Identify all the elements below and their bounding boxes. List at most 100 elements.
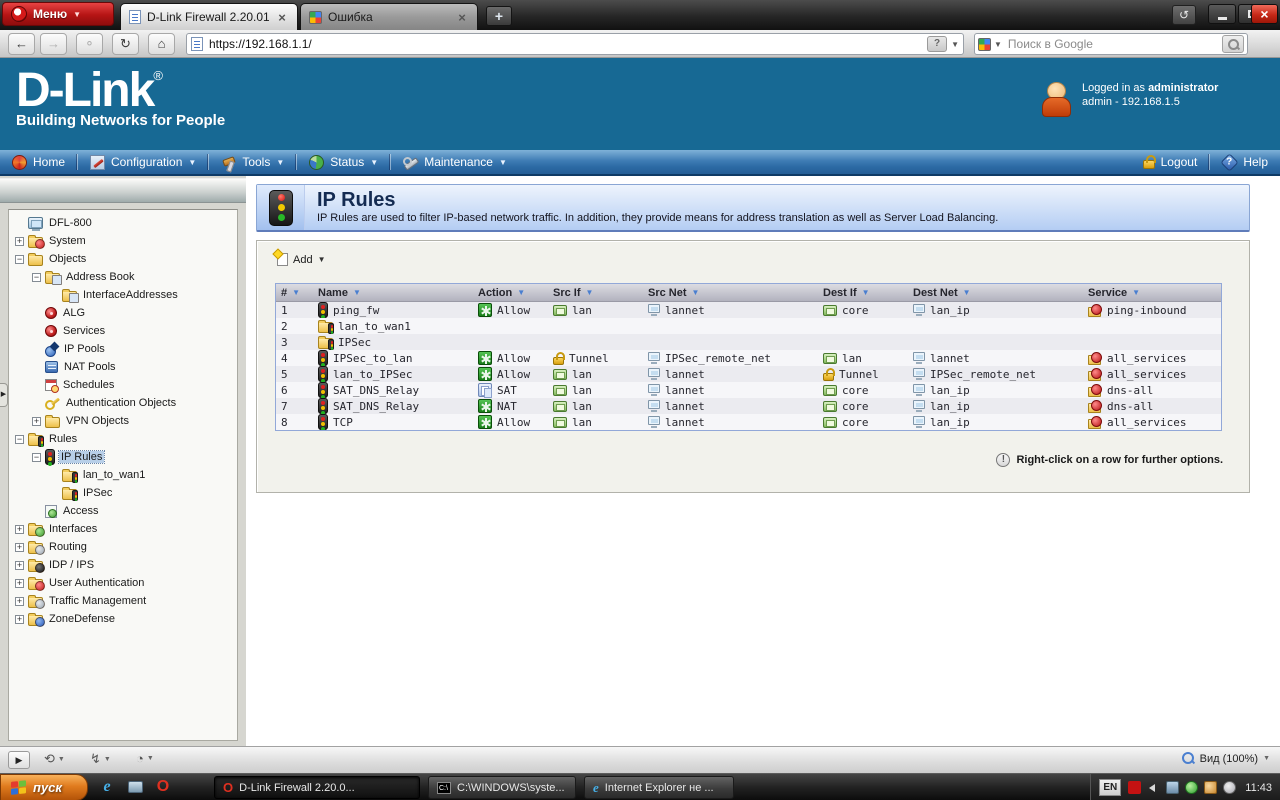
tree-item-vpn-objects[interactable]: + VPN Objects (9, 412, 237, 430)
sync-button[interactable]: ⟲ ▼ (44, 751, 65, 767)
network-icon[interactable] (1166, 781, 1180, 794)
updater-icon[interactable] (1204, 781, 1218, 794)
taskbar-button-1[interactable]: O D-Link Firewall 2.20.0... (214, 776, 420, 799)
expand-icon[interactable]: + (15, 542, 24, 552)
tree-item-alg[interactable]: ALG (9, 304, 237, 322)
tree-item-services[interactable]: Services (9, 322, 237, 340)
sort-icon[interactable]: ▼ (692, 288, 700, 297)
column-header-num[interactable]: # ▼ (276, 284, 313, 301)
new-tab-button[interactable]: + (486, 6, 512, 26)
menubar-item-logout[interactable]: Logout (1131, 150, 1210, 174)
url-dropdown-icon[interactable]: ▼ (951, 40, 959, 49)
history-button[interactable]: ◔ ▼ (136, 751, 154, 766)
tab-close-icon[interactable]: × (455, 10, 469, 25)
menubar-item-maintenance[interactable]: Maintenance ▼ (391, 150, 519, 174)
tree-item-traffic-management[interactable]: + Traffic Management (9, 592, 237, 610)
panel-collapse-handle[interactable]: ▶ (0, 383, 8, 407)
clock-icon[interactable] (1223, 781, 1237, 794)
quicklaunch-show-desktop[interactable] (126, 777, 144, 797)
start-button[interactable]: пуск (0, 774, 88, 800)
panels-toggle-button[interactable]: ▶ (8, 751, 30, 769)
forward-button[interactable]: → (40, 33, 67, 55)
collapse-icon[interactable]: − (32, 272, 41, 282)
tree-item-authentication-objects[interactable]: Authentication Objects (9, 394, 237, 412)
add-button[interactable]: Add ▼ (273, 251, 330, 268)
tab-2[interactable]: Ошибка × (300, 3, 478, 30)
security-badge-icon[interactable]: ? (927, 36, 948, 52)
table-row[interactable]: 1 ping_fw Allow lan lannet core lan_ip ping-inb… (276, 302, 1221, 318)
tree-item-system[interactable]: + System (9, 232, 237, 250)
expand-icon[interactable]: + (15, 560, 24, 570)
expand-icon[interactable]: + (15, 578, 24, 588)
tree-item-schedules[interactable]: Schedules (9, 376, 237, 394)
sort-icon[interactable]: ▼ (1132, 288, 1140, 297)
menubar-item-tools[interactable]: Tools ▼ (209, 150, 296, 174)
table-row[interactable]: 2 lan_to_wan1 (276, 318, 1221, 334)
tree-item-address-book[interactable]: − Address Book (9, 268, 237, 286)
tree-item-ip-pools[interactable]: IP Pools (9, 340, 237, 358)
tree-item-rules[interactable]: − Rules (9, 430, 237, 448)
table-row[interactable]: 6 SAT_DNS_Relay SAT lan lannet core lan_ip dns-… (276, 382, 1221, 398)
antivirus-icon[interactable] (1185, 781, 1199, 794)
tree-item-routing[interactable]: + Routing (9, 538, 237, 556)
column-header-src-net[interactable]: Src Net ▼ (643, 284, 818, 301)
tree-item-access[interactable]: Access (9, 502, 237, 520)
tree-item-user-authentication[interactable]: + User Authentication (9, 574, 237, 592)
window-minimize-button[interactable] (1208, 4, 1236, 24)
collapse-icon[interactable]: − (15, 434, 24, 444)
closed-tabs-button[interactable]: ↺ (1172, 5, 1196, 25)
expand-icon[interactable]: + (32, 416, 41, 426)
search-engine-dropdown-icon[interactable]: ▼ (994, 40, 1002, 49)
expand-icon[interactable]: + (15, 614, 24, 624)
menubar-item-home[interactable]: Home (0, 150, 77, 174)
window-close-button[interactable]: × (1251, 4, 1278, 24)
table-row[interactable]: 5 lan_to_IPSec Allow lan lannet Tunnel IPSec_r… (276, 366, 1221, 382)
quicklaunch-opera[interactable]: O (154, 777, 172, 797)
tree-item-dfl-800[interactable]: DFL-800 (9, 214, 237, 232)
table-row[interactable]: 4 IPSec_to_lan Allow Tunnel IPSec_remote_net… (276, 350, 1221, 366)
language-indicator[interactable]: EN (1099, 779, 1122, 796)
ati-icon[interactable] (1128, 781, 1142, 794)
table-row[interactable]: 8 TCP Allow lan lannet core lan_ip all_services (276, 414, 1221, 430)
menubar-item-status[interactable]: Status ▼ (297, 150, 390, 174)
tree-item-objects[interactable]: − Objects (9, 250, 237, 268)
column-header-action[interactable]: Action ▼ (473, 284, 548, 301)
collapse-icon[interactable]: − (32, 452, 41, 462)
reload-button[interactable]: ↻ (112, 33, 139, 55)
tree-item-ip-rules[interactable]: − IP Rules (9, 448, 237, 466)
sort-icon[interactable]: ▼ (586, 288, 594, 297)
url-field[interactable]: https://192.168.1.1/ ? ▼ (186, 33, 964, 55)
zoom-control[interactable]: Вид (100%) ▼ (1181, 752, 1270, 765)
taskbar-button-2[interactable]: C:\ C:\WINDOWS\syste... (428, 776, 576, 799)
expand-icon[interactable]: + (15, 236, 24, 246)
taskbar-button-3[interactable]: e Internet Explorer не ... (584, 776, 734, 799)
search-go-button[interactable] (1222, 35, 1244, 53)
column-header-dest-net[interactable]: Dest Net ▼ (908, 284, 1083, 301)
expand-icon[interactable]: + (15, 596, 24, 606)
table-row[interactable]: 7 SAT_DNS_Relay NAT lan lannet core lan_ip dns-… (276, 398, 1221, 414)
back-button[interactable]: ← (8, 33, 35, 55)
menubar-item-configuration[interactable]: Configuration ▼ (78, 150, 208, 174)
column-header-service[interactable]: Service ▼ (1083, 284, 1221, 301)
table-row[interactable]: 3 IPSec (276, 334, 1221, 350)
tab-1[interactable]: D-Link Firewall 2.20.01 × (120, 3, 298, 30)
tab-close-icon[interactable]: × (275, 10, 289, 25)
column-header-name[interactable]: Name ▼ (313, 284, 473, 301)
sort-icon[interactable]: ▼ (517, 288, 525, 297)
rewind-button[interactable]: ⚬ (76, 33, 103, 55)
quicklaunch-internet-explorer[interactable]: e (98, 777, 116, 797)
sort-icon[interactable]: ▼ (963, 288, 971, 297)
menubar-item-help[interactable]: ? Help (1210, 150, 1280, 174)
home-button[interactable]: ⌂ (148, 33, 175, 55)
column-header-src-if[interactable]: Src If ▼ (548, 284, 643, 301)
sort-icon[interactable]: ▼ (353, 288, 361, 297)
sort-icon[interactable]: ▼ (292, 288, 300, 297)
expand-icon[interactable]: + (15, 524, 24, 534)
collapse-icon[interactable]: − (15, 254, 24, 264)
tree-item-idp-ips[interactable]: + IDP / IPS (9, 556, 237, 574)
search-input[interactable]: ▼ Поиск в Google (974, 33, 1248, 55)
tree-item-interfaces[interactable]: + Interfaces (9, 520, 237, 538)
tree-item-interfaceaddresses[interactable]: InterfaceAddresses (9, 286, 237, 304)
opera-menu-button[interactable]: Меню ▼ (2, 2, 114, 26)
tree-item-lan-to-wan1[interactable]: lan_to_wan1 (9, 466, 237, 484)
